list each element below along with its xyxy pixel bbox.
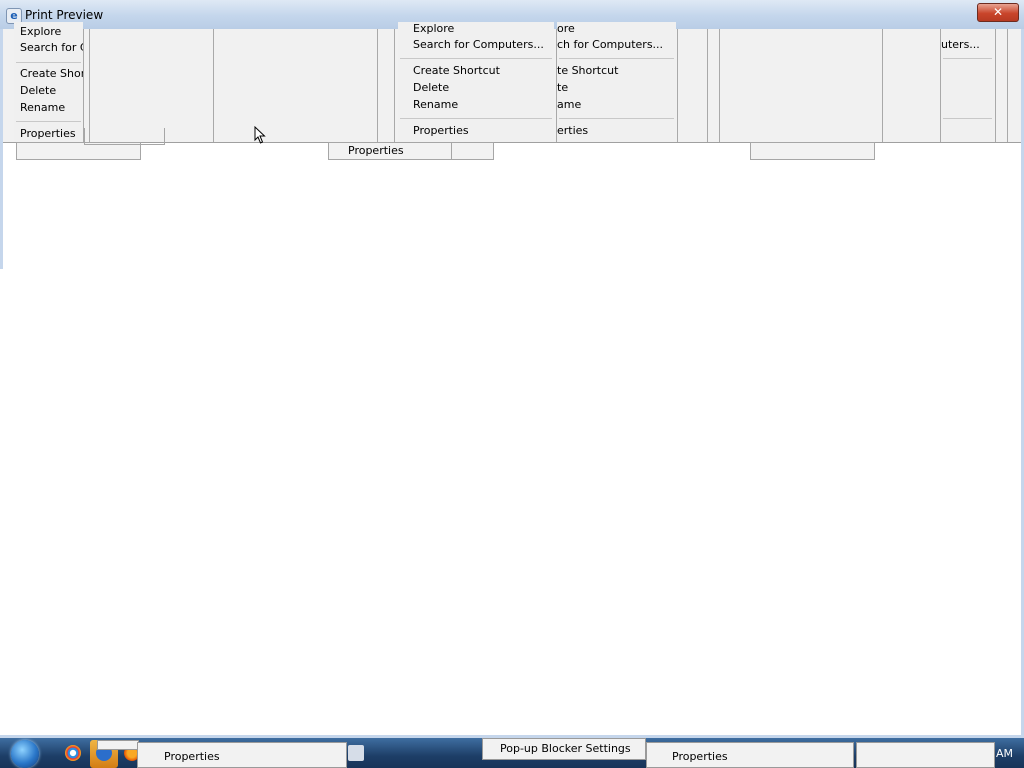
menu-item-delete[interactable]: te [557, 81, 568, 94]
menu-separator [16, 121, 81, 122]
popup-blocker-settings-item[interactable]: Pop-up Blocker Settings [482, 738, 646, 760]
menu-item-search-computers[interactable]: uters... [941, 38, 980, 51]
divider [882, 29, 883, 142]
menu-item-rename[interactable]: Rename [413, 98, 458, 111]
menu-separator [400, 58, 552, 59]
divider [394, 29, 395, 142]
menu-item-rename[interactable]: Rename [20, 101, 65, 114]
context-menu-center-duplicate: ore ch for Computers... te Shortcut te a… [557, 22, 676, 142]
ghost-box-label: Properties [348, 144, 404, 157]
menu-item-create-shortcut[interactable]: Create Shortcut [413, 64, 500, 77]
properties-label: Properties [164, 750, 220, 763]
divider [213, 29, 214, 142]
menu-item-search-computers[interactable]: ch for Computers... [557, 38, 663, 51]
menu-item-delete[interactable]: Delete [20, 84, 56, 97]
properties-label: Properties [672, 750, 728, 763]
chrome-icon[interactable] [65, 745, 81, 761]
ghost-box-properties[interactable]: Properties [328, 142, 453, 160]
menu-item-search-computers[interactable]: Search for Computers... [413, 38, 544, 51]
ghost-box [84, 128, 165, 145]
start-button[interactable] [11, 740, 39, 768]
media-player-icon[interactable] [348, 745, 364, 761]
menu-separator [559, 118, 674, 119]
divider [89, 29, 90, 142]
system-clock[interactable]: AM [996, 747, 1013, 760]
menu-separator [943, 118, 992, 119]
popup-blocker-label: Pop-up Blocker Settings [500, 742, 631, 755]
menu-item-rename[interactable]: ame [557, 98, 581, 111]
menu-item-explore[interactable]: Explore [20, 25, 61, 38]
ghost-box [451, 142, 494, 160]
ghost-popup [856, 742, 995, 768]
window-title: Print Preview [25, 8, 104, 22]
menu-item-create-shortcut[interactable]: te Shortcut [557, 64, 618, 77]
divider [377, 29, 378, 142]
taskbar-popup-properties-right[interactable]: Properties [646, 742, 854, 768]
divider [719, 29, 720, 142]
divider [83, 29, 84, 142]
taskbar-popup-properties-left[interactable]: Properties [137, 742, 347, 768]
ghost-box [750, 142, 875, 160]
divider [995, 29, 996, 142]
divider [677, 29, 678, 142]
context-menu-center: Explore Search for Computers... Create S… [398, 22, 554, 142]
menu-item-search[interactable]: Search for C [20, 41, 83, 54]
menu-separator [943, 58, 992, 59]
menu-separator [559, 58, 674, 59]
menu-item-delete[interactable]: Delete [413, 81, 449, 94]
menu-separator [400, 118, 552, 119]
divider [1007, 29, 1008, 142]
menu-item-properties[interactable]: Properties [413, 124, 469, 137]
menu-item-create-shortcut[interactable]: Create Short [20, 67, 83, 80]
close-button[interactable]: ✕ [977, 3, 1019, 22]
ghost-popup [97, 740, 139, 750]
menu-separator [16, 62, 81, 63]
divider [707, 29, 708, 142]
menu-item-properties[interactable]: erties [557, 124, 588, 137]
mouse-cursor-icon [254, 126, 266, 144]
menu-item-explore[interactable]: ore [557, 22, 575, 35]
context-menu-right: uters... [941, 30, 994, 142]
context-menu-left: Explore Search for C Create Short Delete… [14, 22, 83, 142]
menu-item-explore[interactable]: Explore [413, 22, 454, 35]
menu-item-properties[interactable]: Properties [20, 127, 76, 140]
